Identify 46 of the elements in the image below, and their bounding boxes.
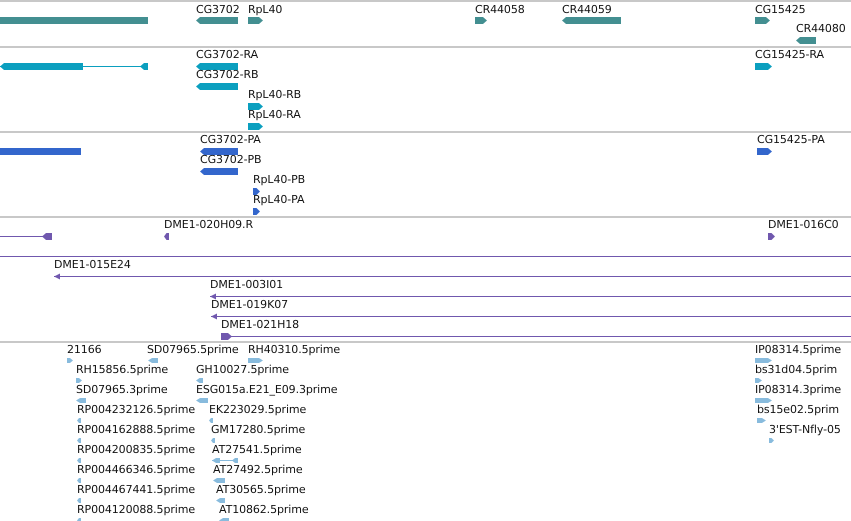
feature-label: RP004120088.5prime — [77, 503, 196, 516]
feature-label: DME1-016C0 — [768, 218, 839, 231]
feature-label: RH15856.5prime — [76, 363, 168, 376]
feature-label: AT30565.5prime — [216, 483, 306, 496]
feature-label: RP004232126.5prime — [77, 403, 196, 416]
feature-label: AT27492.5prime — [213, 463, 303, 476]
feature-label: RH40310.5prime — [248, 343, 340, 356]
feature-label: ESG015a.E21_E09.3prime — [196, 383, 338, 396]
feature-label: DME1-003I01 — [210, 278, 284, 291]
feature-label: CG3702-PA — [200, 133, 261, 146]
feature-label: IP08314.3prime — [755, 383, 842, 396]
feature-label: RP004162888.5prime — [77, 423, 196, 436]
feature-label: 21166 — [67, 343, 102, 356]
feature-label: bs15e02.5prim — [757, 403, 839, 416]
feature-label: CG3702 — [196, 3, 240, 16]
feature-label: RP004200835.5prime — [77, 443, 196, 456]
feature-label: CR44058 — [475, 3, 525, 16]
feature-label: CR44080 — [796, 22, 846, 35]
feature-label: CG15425-PA — [757, 133, 825, 146]
feature-label: AT27541.5prime — [212, 443, 302, 456]
feature-label: 3'EST-Nfly-05 — [769, 423, 841, 436]
feature-label: DME1-021H18 — [221, 318, 300, 331]
feature-label: DME1-019K07 — [211, 298, 288, 311]
feature-label: RpL40-PA — [253, 193, 304, 206]
feature-label: CG15425-RA — [755, 48, 824, 61]
feature-label: RpL40-RA — [248, 108, 301, 121]
feature-label: bs31d04.5prim — [755, 363, 838, 376]
feature-label: CG3702-RB — [196, 68, 258, 81]
feature-label: RP004466346.5prime — [77, 463, 196, 476]
feature-label: EK223029.5prime — [209, 403, 306, 416]
feature-label: RpL40-PB — [253, 173, 306, 186]
feature-label: GM17280.5prime — [211, 423, 306, 436]
feature-label: DME1-020H09.R — [164, 218, 253, 231]
feature-label: RP004467441.5prime — [77, 483, 196, 496]
feature-label: CG3702-RA — [196, 48, 258, 61]
feature-label: SD07965.3prime — [76, 383, 168, 396]
feature-label: CR44059 — [562, 3, 612, 16]
feature-label: CG3702-PB — [200, 153, 262, 166]
feature-label: GH10027.5prime — [196, 363, 289, 376]
feature-label: RpL40-RB — [248, 88, 302, 101]
feature-label: CG15425 — [755, 3, 806, 16]
feature-label: SD07965.5prime — [147, 343, 239, 356]
feature-label: AT10862.5prime — [219, 503, 309, 516]
feature-label: IP08314.5prime — [755, 343, 842, 356]
feature-label: RpL40 — [248, 3, 282, 16]
feature-label: DME1-015E24 — [54, 258, 131, 271]
